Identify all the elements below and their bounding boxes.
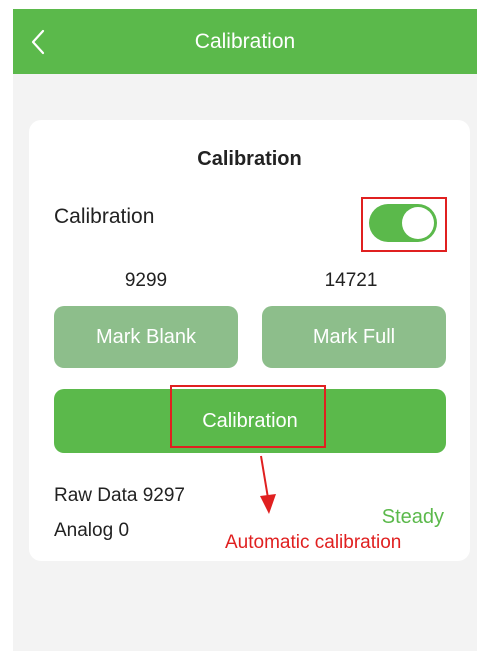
mark-full-button[interactable]: Mark Full	[262, 306, 446, 368]
annotation-text: Automatic calibration	[225, 532, 402, 553]
raw-data-label: Raw Data 9297	[54, 485, 185, 506]
full-value: 14721	[324, 270, 378, 291]
blank-value: 9299	[124, 270, 168, 291]
toggle-highlight-box	[361, 197, 447, 252]
calibration-toggle-label: Calibration	[54, 205, 155, 228]
app-screen: Calibration Calibration Calibration 9299…	[13, 9, 477, 651]
status-text: Steady	[381, 506, 444, 528]
page-title: Calibration	[194, 30, 296, 53]
analog-label: Analog 0	[54, 520, 130, 541]
header-bar: Calibration	[13, 9, 477, 74]
arrow-down-icon	[260, 455, 276, 514]
calibration-button-highlight-box	[170, 385, 326, 448]
mark-blank-button[interactable]: Mark Blank	[54, 306, 238, 368]
card-title: Calibration	[197, 148, 302, 170]
